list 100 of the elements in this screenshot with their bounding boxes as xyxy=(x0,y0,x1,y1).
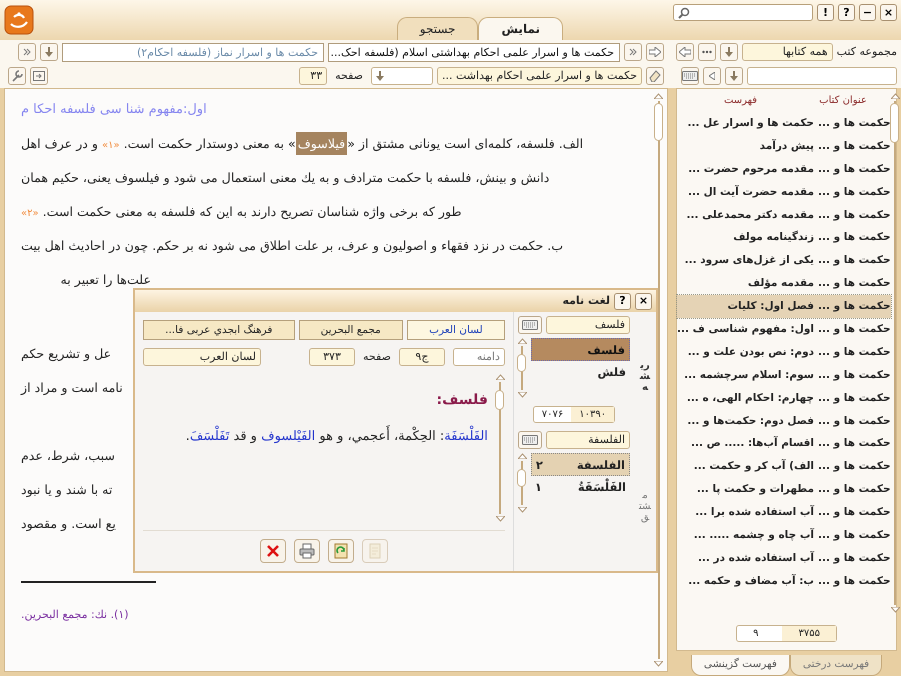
exit-button[interactable] xyxy=(30,67,48,85)
keyboard-button[interactable] xyxy=(681,67,699,85)
scope-field[interactable]: دامنه xyxy=(452,348,505,366)
scroll-up-icon[interactable] xyxy=(518,338,527,344)
index-row[interactable]: حکمت ها و ... حکمت ها و اسرار عل ... xyxy=(677,112,891,135)
dictionary-tab[interactable]: لسان العرب xyxy=(406,320,505,340)
scroll-down-icon[interactable] xyxy=(890,607,900,614)
scroll-thumb[interactable] xyxy=(517,469,526,487)
close-button[interactable] xyxy=(260,539,286,563)
document-tab[interactable]: حکمت ها و اسرار نماز (فلسفه احکام۲) xyxy=(62,42,324,62)
tab-title[interactable]: حکمت ها و اسرار نماز (فلسفه احکام۲) xyxy=(136,44,318,60)
minimize-button[interactable]: − xyxy=(859,4,876,21)
scroll-up-icon[interactable] xyxy=(518,453,527,459)
column-header[interactable]: فهرست xyxy=(686,93,796,108)
scroll-down-icon[interactable] xyxy=(496,516,505,522)
index-row[interactable]: حکمت ها و ... اقسام آب‌ها: ..... ص ... xyxy=(677,432,891,456)
dictionary-tab[interactable]: مجمع البحرين xyxy=(298,320,403,340)
close-button[interactable]: × xyxy=(880,4,897,21)
index-row[interactable]: حکمت ها و ... فصل اول: کلیات xyxy=(677,295,891,318)
index-row[interactable]: حکمت ها و ... مقدمه حضرت آیت ال ... xyxy=(677,180,891,204)
more-button[interactable] xyxy=(698,43,716,61)
alert-button[interactable]: ! xyxy=(817,4,834,21)
help-button[interactable]: ? xyxy=(614,292,631,310)
index-row[interactable]: حکمت ها و ... ب: آب مضاف و حکمه ... xyxy=(677,570,891,593)
scroll-thumb[interactable] xyxy=(495,390,504,410)
book-title: حکمت ها و ... xyxy=(817,368,891,383)
keyboard-button[interactable] xyxy=(518,431,542,449)
index-entry: آب استفاده شده در ... xyxy=(698,550,814,566)
view-tab[interactable]: نمایش xyxy=(478,17,563,40)
dictionary-tab[interactable]: فرهنگ ابجدي عربی فا... xyxy=(143,320,295,340)
index-row[interactable]: حکمت ها و ... مقدمه مؤلف xyxy=(677,272,891,296)
root-word[interactable]: فلش xyxy=(530,361,630,384)
index-row[interactable]: حکمت ها و ... آب استفاده شده در ... xyxy=(677,546,891,570)
index-row[interactable]: حکمت ها و ... آب استفاده شده برا ... xyxy=(677,501,891,524)
dropdown-button[interactable] xyxy=(725,67,743,85)
scroll-down-icon[interactable] xyxy=(654,661,663,667)
root-word[interactable]: فلسف xyxy=(530,338,630,361)
index-row[interactable]: حکمت ها و ... فصل دوم: حکمت‌ها و ... xyxy=(677,410,891,432)
derived-word-row[interactable]: الفَلْسَفَةُ ۱ xyxy=(530,476,630,499)
index-row[interactable]: حکمت ها و ... الف) آب کر و حکمت ... xyxy=(677,455,891,478)
back-button[interactable] xyxy=(676,43,694,61)
index-row[interactable]: حکمت ها و ... دوم: نص بودن علت و ... xyxy=(677,340,891,364)
side-tab[interactable]: ریشه xyxy=(638,360,652,394)
index-row[interactable]: حکمت ها و ... پیش درآمد xyxy=(677,134,891,158)
scroll-thumb[interactable] xyxy=(890,103,900,143)
index-row[interactable]: حکمت ها و ... یکی از غزل‌های سرود ... xyxy=(677,249,891,272)
book-title: حکمت ها و ... xyxy=(817,208,891,223)
index-row[interactable]: حکمت ها و ... مقدمه دکتر محمدعلی ... xyxy=(677,204,891,226)
side-tab[interactable]: مشتق xyxy=(638,490,652,523)
index-row[interactable]: حکمت ها و ... سوم: اسلام سرچشمه ... xyxy=(677,364,891,387)
index-entry: فصل اول: کلیات xyxy=(727,299,814,314)
index-row[interactable]: حکمت ها و ... اول: مفهوم شناسی ف ... xyxy=(677,318,891,341)
page-field[interactable]: ۳۳ xyxy=(299,67,328,85)
scroll-up-icon[interactable] xyxy=(496,374,505,380)
scroll-tabs-button[interactable] xyxy=(18,43,36,61)
dropdown-button[interactable] xyxy=(720,43,738,61)
exit-icon xyxy=(33,71,45,81)
search-field[interactable] xyxy=(673,4,813,21)
collection-dropdown[interactable]: همه کتابها xyxy=(742,43,833,61)
forward-button[interactable] xyxy=(646,43,664,61)
volume-field[interactable]: ج۹ xyxy=(398,348,445,366)
index-tab[interactable]: فهرست گزینشی xyxy=(690,655,790,676)
index-entry: مقدمه دکتر محمدعلی ... xyxy=(686,208,814,223)
scroll-down-icon[interactable] xyxy=(518,392,527,398)
search-field[interactable]: الفلسفة xyxy=(546,431,630,449)
scroll-up-icon[interactable] xyxy=(890,93,900,99)
page-dropdown[interactable] xyxy=(371,67,434,85)
column-header[interactable]: عنوان کتاب xyxy=(796,93,891,108)
total-count: ۱۰۳۹۰ xyxy=(571,407,614,422)
help-button[interactable]: ? xyxy=(838,4,855,21)
print-button[interactable] xyxy=(294,539,320,563)
refresh-button[interactable] xyxy=(328,539,354,563)
wrench-button[interactable] xyxy=(8,67,26,85)
close-icon xyxy=(264,543,281,559)
book-title: حکمت ها و ... xyxy=(817,436,891,452)
derived-word-row[interactable]: الفلسفة ۲ xyxy=(530,453,630,476)
tab-list-button[interactable] xyxy=(40,43,58,61)
view-tab[interactable]: جستجو xyxy=(396,17,478,40)
scroll-down-icon[interactable] xyxy=(518,507,527,513)
index-row[interactable]: حکمت ها و ... مطهرات و حکمت پا ... xyxy=(677,478,891,502)
scroll-thumb[interactable] xyxy=(517,354,526,372)
scroll-up-icon[interactable] xyxy=(654,93,663,99)
eraser-button[interactable] xyxy=(646,67,664,85)
filter-field[interactable] xyxy=(747,67,897,85)
source-field[interactable]: لسان العرب xyxy=(143,348,261,366)
index-row[interactable]: حکمت ها و ... مقدمه مرحوم حضرت ... xyxy=(677,158,891,181)
previous-button[interactable] xyxy=(703,67,721,85)
book-title: حکمت ها و ... xyxy=(817,253,891,268)
index-row[interactable]: حکمت ها و ... آب چاه و چشمه ..... ... xyxy=(677,524,891,547)
index-row[interactable]: حکمت ها و ... زندگینامه مولف xyxy=(677,226,891,250)
close-button[interactable]: × xyxy=(635,292,652,310)
search-field[interactable]: فلسف xyxy=(546,316,630,334)
index-row[interactable]: حکمت ها و ... چهارم: احکام الهی، ه ... xyxy=(677,386,891,410)
page-field[interactable]: ۳۷۳ xyxy=(309,348,355,366)
scroll-tabs-button[interactable] xyxy=(624,43,642,61)
scroll-thumb[interactable] xyxy=(654,103,662,141)
index-entry: آب استفاده شده برا ... xyxy=(695,504,814,520)
paragraph-fragment: عل و تشریع حکم xyxy=(21,345,112,364)
keyboard-button[interactable] xyxy=(518,316,542,334)
book-dropdown[interactable]: حکمت ها و اسرار علمی احکام بهداشت ... xyxy=(437,67,642,85)
